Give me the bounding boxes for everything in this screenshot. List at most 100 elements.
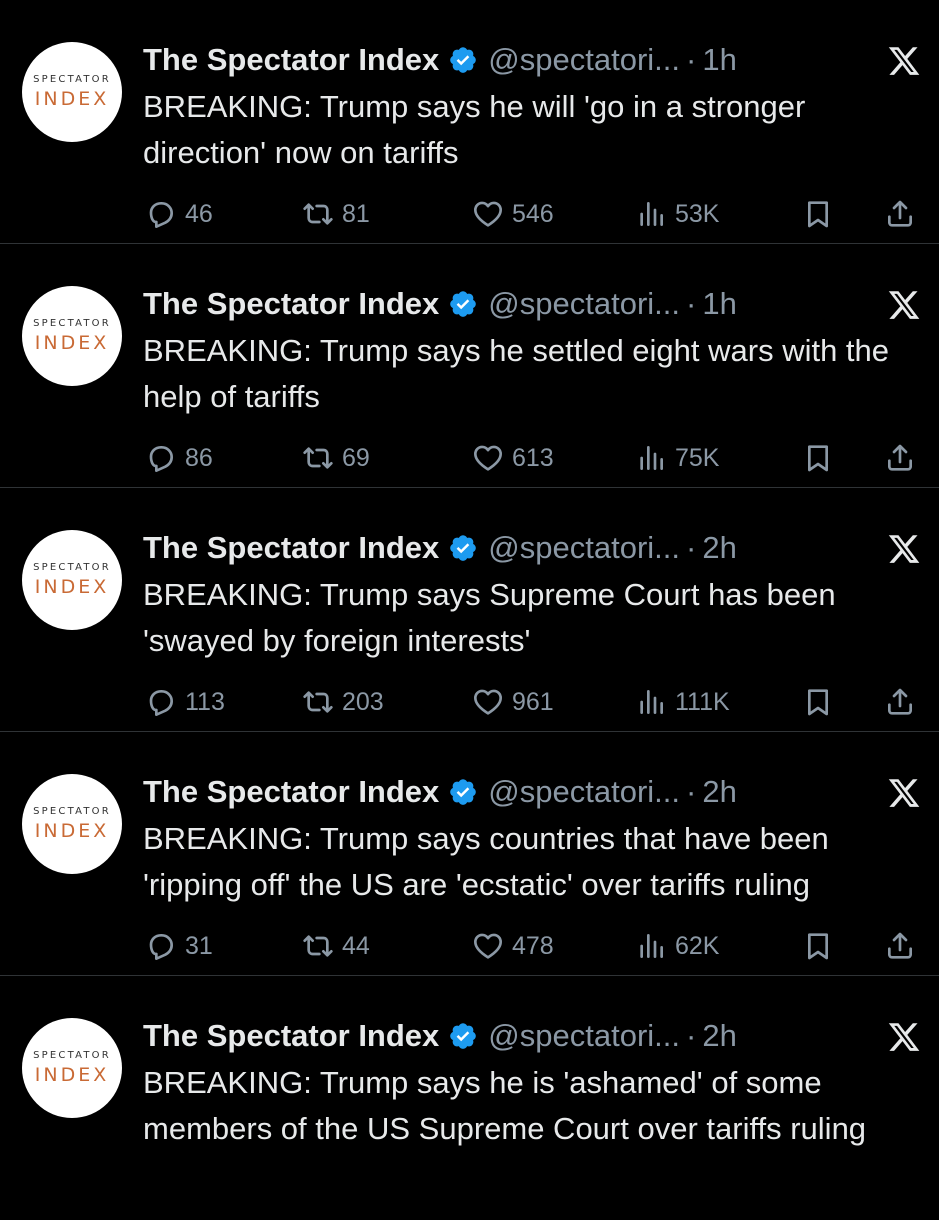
like-button[interactable]: 546 — [472, 194, 554, 234]
tweet-header: The Spectator Index @spectatori... · 2h — [143, 772, 903, 812]
view-count: 75K — [675, 443, 720, 472]
account-name[interactable]: The Spectator Index — [143, 530, 439, 566]
reply-count: 46 — [185, 199, 213, 228]
reply-button[interactable]: 86 — [145, 438, 213, 478]
view-count: 111K — [675, 687, 730, 716]
like-button[interactable]: 478 — [472, 926, 554, 966]
account-name[interactable]: The Spectator Index — [143, 774, 439, 810]
reply-count: 86 — [185, 443, 213, 472]
views-button[interactable]: 75K — [635, 438, 719, 478]
reply-button[interactable]: 46 — [145, 194, 213, 234]
avatar-text-bottom: INDEX — [34, 332, 110, 354]
views-button[interactable]: 53K — [635, 194, 719, 234]
account-handle[interactable]: @spectatori... — [488, 774, 680, 810]
tweet-text: BREAKING: Trump says countries that have… — [143, 821, 829, 902]
separator-dot: · — [686, 286, 697, 321]
tweet-time[interactable]: 2h — [702, 774, 736, 810]
verified-badge-icon — [450, 291, 477, 317]
reply-icon — [149, 446, 173, 472]
tweet-time[interactable]: 2h — [702, 530, 736, 566]
tweet[interactable]: SPECTATOR INDEX The Spectator Index @specta… — [0, 244, 939, 488]
verified-badge-icon — [450, 47, 477, 73]
retweet-count: 81 — [342, 199, 370, 228]
account-handle[interactable]: @spectatori... — [488, 286, 680, 322]
avatar[interactable]: SPECTATOR INDEX — [22, 286, 122, 386]
bookmark-button[interactable] — [802, 438, 834, 478]
share-button[interactable] — [884, 438, 916, 478]
share-button[interactable] — [884, 194, 916, 234]
like-icon — [474, 933, 502, 959]
tweet-header: The Spectator Index @spectatori... · 2h — [143, 528, 903, 568]
tweet-actions: 46 81 546 53K — [0, 194, 939, 234]
retweet-icon — [303, 203, 333, 225]
retweet-button[interactable]: 81 — [302, 194, 370, 234]
separator-dot: · — [686, 42, 697, 77]
retweet-count: 69 — [342, 443, 370, 472]
like-button[interactable]: 961 — [472, 682, 554, 722]
account-handle[interactable]: @spectatori... — [488, 530, 680, 566]
like-count: 478 — [512, 931, 554, 960]
avatar[interactable]: SPECTATOR INDEX — [22, 774, 122, 874]
tweet[interactable]: SPECTATOR INDEX The Spectator Index @specta… — [0, 488, 939, 732]
like-count: 613 — [512, 443, 554, 472]
tweet-time[interactable]: 1h — [702, 286, 736, 322]
share-icon — [888, 444, 912, 471]
account-name[interactable]: The Spectator Index — [143, 286, 439, 322]
account-handle[interactable]: @spectatori... — [488, 1018, 680, 1054]
retweet-icon — [303, 691, 333, 713]
views-icon — [640, 690, 663, 714]
avatar[interactable]: SPECTATOR INDEX — [22, 1018, 122, 1118]
timeline-feed: SPECTATOR INDEX The Spectator Index @specta… — [0, 0, 939, 1200]
account-handle[interactable]: @spectatori... — [488, 42, 680, 78]
avatar[interactable]: SPECTATOR INDEX — [22, 42, 122, 142]
views-button[interactable]: 62K — [635, 926, 719, 966]
bookmark-button[interactable] — [802, 194, 834, 234]
x-logo-icon — [888, 291, 920, 319]
avatar-text-top: SPECTATOR — [33, 1050, 111, 1061]
share-icon — [888, 200, 912, 227]
like-button[interactable]: 613 — [472, 438, 554, 478]
tweet-header: The Spectator Index @spectatori... · 2h — [143, 1016, 903, 1056]
tweet[interactable]: SPECTATOR INDEX The Spectator Index @specta… — [0, 0, 939, 244]
retweet-button[interactable]: 203 — [302, 682, 384, 722]
tweet-actions: 86 69 613 75K — [0, 438, 939, 478]
retweet-count: 203 — [342, 687, 384, 716]
share-icon — [888, 688, 912, 715]
tweet[interactable]: SPECTATOR INDEX The Spectator Index @specta… — [0, 976, 939, 1220]
avatar-text-bottom: INDEX — [34, 820, 110, 842]
like-count: 546 — [512, 199, 554, 228]
verified-badge-icon — [450, 779, 477, 805]
separator-dot: · — [686, 774, 697, 809]
view-count: 62K — [675, 931, 720, 960]
reply-button[interactable]: 31 — [145, 926, 213, 966]
tweet-time[interactable]: 1h — [702, 42, 736, 78]
views-button[interactable]: 111K — [635, 682, 730, 722]
account-name[interactable]: The Spectator Index — [143, 1018, 439, 1054]
reply-icon — [149, 202, 173, 228]
reply-button[interactable]: 113 — [145, 682, 225, 722]
bookmark-button[interactable] — [802, 926, 834, 966]
share-button[interactable] — [884, 926, 916, 966]
bookmark-button[interactable] — [802, 682, 834, 722]
account-name[interactable]: The Spectator Index — [143, 42, 439, 78]
views-icon — [640, 934, 663, 958]
verified-badge-icon — [450, 1023, 477, 1049]
bookmark-icon — [808, 445, 828, 472]
tweet-text: BREAKING: Trump says he settled eight wa… — [143, 333, 890, 414]
tweet-text: BREAKING: Trump says he will 'go in a st… — [143, 89, 806, 170]
retweet-icon — [303, 935, 333, 957]
reply-icon — [149, 934, 173, 960]
retweet-button[interactable]: 69 — [302, 438, 370, 478]
reply-count: 113 — [185, 687, 225, 716]
tweet-time[interactable]: 2h — [702, 1018, 736, 1054]
avatar-text-top: SPECTATOR — [33, 74, 111, 85]
avatar[interactable]: SPECTATOR INDEX — [22, 530, 122, 630]
tweet-header: The Spectator Index @spectatori... · 1h — [143, 40, 903, 80]
share-button[interactable] — [884, 682, 916, 722]
avatar-text-bottom: INDEX — [34, 576, 110, 598]
avatar-text-bottom: INDEX — [34, 1064, 110, 1086]
bookmark-icon — [808, 933, 828, 960]
tweet[interactable]: SPECTATOR INDEX The Spectator Index @specta… — [0, 732, 939, 976]
like-icon — [474, 201, 502, 227]
retweet-button[interactable]: 44 — [302, 926, 370, 966]
